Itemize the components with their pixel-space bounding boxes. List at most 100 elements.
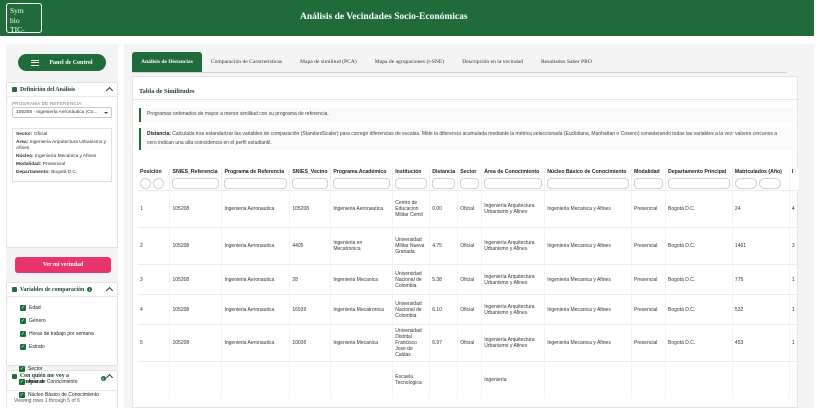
col-departamento[interactable]: Departamento Principal (665, 168, 733, 191)
table-cell: Presencial (631, 264, 667, 295)
table-cell: Ingeniería (481, 361, 546, 398)
tab-analisis-distancias[interactable]: Análisis de Distancias (132, 52, 202, 72)
filter-input[interactable] (460, 178, 480, 189)
filter-input[interactable] (172, 178, 220, 189)
table-row[interactable]: 5 105208 Ingenieria Aeronautica 10036 Ingeni… (138, 324, 800, 362)
chevron-up-icon[interactable] (105, 286, 114, 295)
sidebar: Panel de Control Definición del Análisis… (6, 44, 118, 408)
column-header: Área de Conocimiento (484, 169, 540, 175)
panel-control-button[interactable]: Panel de Control (18, 54, 106, 71)
filter-input[interactable] (634, 178, 664, 189)
table-cell: 105208 (169, 227, 223, 265)
table-row[interactable]: 1 105208 Ingenieria Aeronautica 105208 Ingen… (138, 190, 800, 228)
checkbox-label: Horas de trabajo por semana (29, 330, 94, 337)
info-icon[interactable]: i (87, 287, 93, 292)
table-cell: Oficial (457, 294, 483, 325)
table-cell: Oficial (457, 190, 483, 228)
symbiotic-logo[interactable]: Sym bio TIC- (6, 3, 42, 34)
table-cell: Ingenieria Aeronautica (221, 324, 291, 362)
table-cell: 10036 (289, 324, 332, 362)
table-cell: 6.10 (429, 294, 459, 325)
table-cell: Universidad Nacional de Colombia (392, 264, 431, 295)
filter-input[interactable] (668, 178, 730, 189)
chevron-up-icon[interactable] (105, 86, 114, 95)
filter-input[interactable] (547, 178, 630, 189)
table-cell: 1 (138, 190, 171, 228)
table-cell (544, 361, 633, 398)
col-institucion[interactable]: Institución (392, 168, 431, 191)
filter-input[interactable] (484, 178, 543, 189)
page-title: Análisis de Vecindades Socio-Económicas (300, 12, 468, 22)
checkbox-area[interactable]: ✓ Área de Conocimiento (6, 375, 118, 388)
table-cell: 5.38 (429, 264, 459, 295)
logo-line: TIC- (10, 25, 25, 34)
nucleo-value: Ingeniería Mecánica y Afines (34, 154, 97, 159)
table-body: 1 105208 Ingenieria Aeronautica 105208 Ingen… (138, 190, 800, 398)
filter-input[interactable] (333, 178, 391, 189)
ver-vecindad-button[interactable]: Ver mi vecindad (15, 257, 111, 273)
col-distancia[interactable]: Distancia (429, 168, 459, 191)
checkbox-estrato[interactable]: ✓ Estrato (7, 340, 117, 353)
similarity-table-wrap[interactable]: Posición SNIES_Referencia Programa de Re… (138, 168, 800, 398)
tab-saber-pro[interactable]: Resultados Saber PRO (532, 52, 601, 72)
table-cell: 1 (789, 324, 800, 362)
tab-mapa-pca[interactable]: Mapa de similitud (PCA) (291, 52, 366, 72)
col-snies-vecino[interactable]: SNIES_Vecino (289, 168, 332, 191)
table-cell: 3 (789, 227, 800, 265)
note-distancia-text: Calculada tras estandarizar las variable… (147, 131, 778, 146)
table-cell: Bogotá D.C. (665, 190, 733, 228)
tab-descripcion[interactable]: Descripción en la vecindad (453, 52, 532, 72)
checkbox-edad[interactable]: ✓ Edad (7, 301, 117, 314)
table-row[interactable]: 2 105208 Ingenieria Aeronautica 4405 Ingenie… (138, 227, 800, 265)
filter-min-input[interactable] (140, 178, 151, 189)
filter-max-input[interactable] (153, 178, 164, 189)
column-header: I (791, 169, 794, 175)
table-cell: 4.75 (429, 227, 459, 265)
definicion-header[interactable]: Definición del Análisis (7, 83, 117, 97)
table-cell: Ingenieria Mecanica y Afines (544, 190, 633, 228)
checkbox-checked-icon: ✓ (20, 304, 26, 311)
filter-input[interactable] (224, 178, 288, 189)
tab-comparacion[interactable]: Comparación de Características (202, 52, 291, 72)
col-matriculados[interactable]: Matriculados (Año) (732, 168, 790, 191)
tab-mapa-tsne[interactable]: Mapa de agrupaciones (t-SNE) (366, 52, 453, 72)
col-posicion[interactable]: Posición (138, 168, 171, 191)
checkbox-horas[interactable]: ✓ Horas de trabajo por semana (7, 327, 117, 340)
col-modalidad[interactable]: Modalidad (631, 168, 667, 191)
modalidad-key: Modalidad: (16, 162, 42, 167)
table-cell: Ingeniería Arquitectura Urbanismo y Afin… (481, 324, 546, 362)
table-cell: 105208 (289, 190, 332, 228)
table-row[interactable]: Escuela Tecnologica Ingeniería (138, 361, 800, 398)
checkbox-genero[interactable]: ✓ Género (7, 314, 117, 327)
table-cell: Oficial (457, 227, 483, 265)
table-cell (789, 361, 800, 398)
table-cell: 6.97 (429, 324, 459, 362)
table-cell (631, 361, 667, 398)
col-area[interactable]: Área de Conocimiento (481, 168, 546, 191)
col-programa-ref[interactable]: Programa de Referencia (221, 168, 291, 191)
column-header: Programa Académico (333, 169, 387, 175)
filter-input[interactable] (432, 178, 456, 189)
filter-max-input[interactable] (758, 178, 781, 189)
col-programa-academico[interactable]: Programa Académico (330, 168, 394, 191)
table-header-row: Posición SNIES_Referencia Programa de Re… (138, 168, 800, 191)
table-row[interactable]: 4 105208 Ingenieria Aeronautica 16939 Ingeni… (138, 294, 800, 325)
col-snies-ref[interactable]: SNIES_Referencia (169, 168, 223, 191)
col-nucleo[interactable]: Núcleo Básico de Conocimiento (544, 168, 633, 191)
table-cell (665, 361, 733, 398)
col-sector[interactable]: Sector (457, 168, 483, 191)
table-cell: Ingenieria Mecanica y Afines (544, 264, 633, 295)
checkbox-sector[interactable]: ✓ Sector (6, 362, 118, 375)
table-cell: 105208 (169, 324, 223, 362)
filter-input[interactable] (395, 178, 428, 189)
table-cell: Oficial (457, 264, 483, 295)
filter-input[interactable] (292, 178, 329, 189)
table-row[interactable]: 3 105208 Ingenieria Aeronautica 28 Ingenieri… (138, 264, 800, 295)
table-cell: Presencial (631, 294, 667, 325)
col-extra[interactable]: I (789, 168, 800, 191)
table-cell: Centro de Educacion Militar Cemil (392, 190, 431, 228)
filter-min-input[interactable] (734, 178, 757, 189)
program-select[interactable]: 105208 · Ingeniería Aeronáutica (Co... (12, 107, 112, 118)
variables-header[interactable]: Variables de comparación i (7, 283, 117, 297)
note-distancia: Distancia: Calculada tras estandarizar l… (139, 128, 793, 150)
